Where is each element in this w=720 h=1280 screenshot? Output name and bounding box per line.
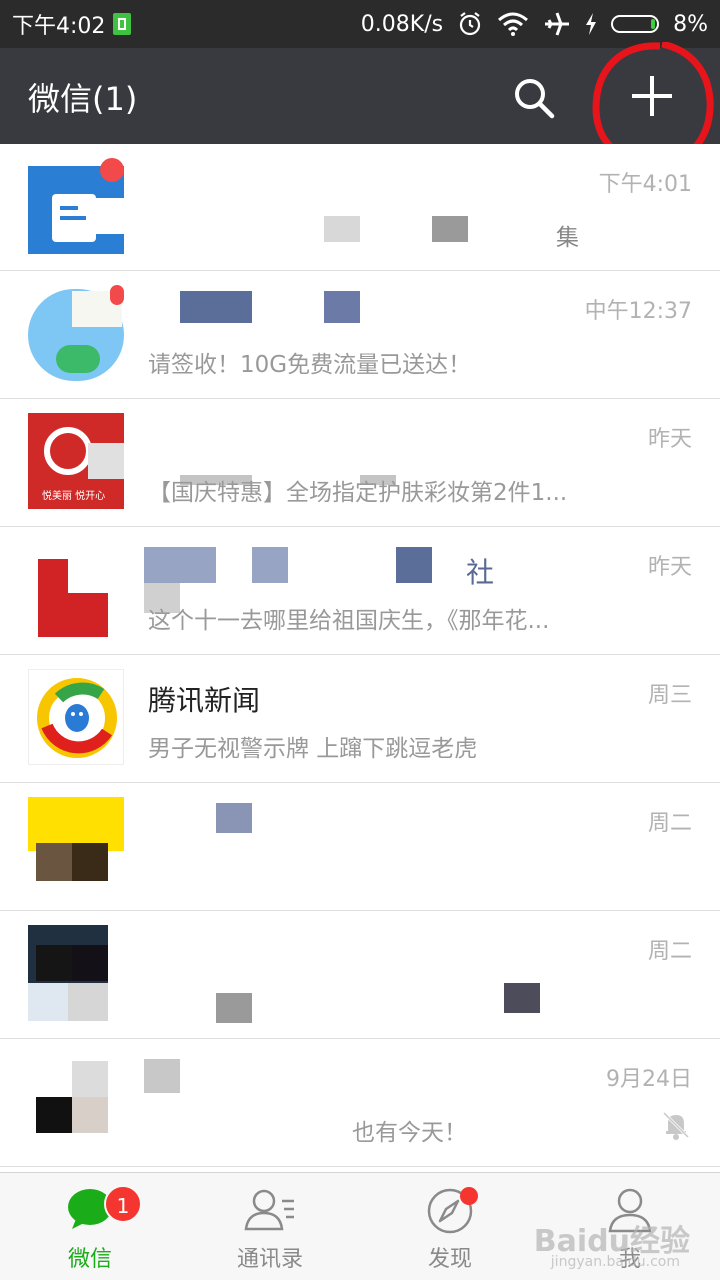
tab-contacts[interactable]: 通讯录 (180, 1173, 360, 1280)
avatar (28, 158, 124, 254)
search-icon[interactable] (512, 76, 556, 120)
airplane-icon (545, 12, 570, 36)
chat-preview: 请签收！10G免费流量已送达！ (148, 352, 472, 378)
avatar: 悦美丽 悦开心 (28, 413, 124, 509)
tab-label: 发现 (427, 1247, 472, 1272)
page-title: 微信(1) (28, 80, 138, 118)
sim-icon (113, 13, 132, 35)
chat-time: 昨天 (647, 555, 692, 580)
chat-preview: 男子无视警示牌 上蹿下跳逗老虎 (148, 736, 478, 762)
tab-label: 通讯录 (236, 1247, 303, 1272)
avatar (28, 1053, 124, 1149)
avatar (28, 925, 124, 1021)
chat-time: 中午12:37 (584, 299, 692, 324)
chat-time: 9月24日 (606, 1067, 692, 1092)
avatar (28, 285, 124, 381)
chat-row[interactable]: 集 下午4:01 (0, 144, 720, 271)
contacts-icon (244, 1189, 294, 1231)
chat-list: 集 下午4:01 请签收！10G免费流量已送达！ 中午12:37 悦美丽 悦开心… (0, 144, 720, 1174)
chat-preview: 也有今天！ (352, 1120, 467, 1146)
battery-percent: 8% (673, 11, 708, 37)
chat-name: 社 (466, 556, 495, 589)
tencent-news-icon (37, 678, 117, 758)
battery-icon (611, 15, 660, 33)
chat-row[interactable]: 社 这个十一去哪里给祖国庆生，《那年花... 昨天 (0, 527, 720, 655)
unread-badge: 1 (104, 1185, 142, 1223)
new-dot-badge (460, 1187, 478, 1205)
status-time: 下午4:02 (12, 14, 106, 39)
chat-row[interactable]: 也有今天！ 9月24日 (0, 1039, 720, 1167)
charging-icon (586, 13, 597, 35)
chat-row[interactable]: 腾讯新闻 男子无视警示牌 上蹿下跳逗老虎 周三 (0, 655, 720, 783)
chat-preview: 【国庆特惠】全场指定护肤彩妆第2件1... (148, 480, 568, 506)
avatar (28, 797, 124, 893)
chat-time: 下午4:01 (598, 172, 692, 197)
alarm-icon (459, 12, 481, 36)
wifi-icon (498, 12, 529, 36)
tab-label: 微信 (67, 1247, 112, 1272)
chat-name: 腾讯新闻 (148, 684, 261, 717)
mute-icon (662, 1111, 690, 1140)
chat-row[interactable]: 周二 (0, 783, 720, 911)
chat-row[interactable]: 请签收！10G免费流量已送达！ 中午12:37 (0, 271, 720, 399)
tab-chats[interactable]: 1 微信 (0, 1173, 180, 1280)
avatar-caption: 悦美丽 悦开心 (42, 491, 106, 502)
tab-discover[interactable]: 发现 (360, 1173, 540, 1280)
chat-time: 昨天 (647, 427, 692, 452)
chat-row[interactable]: 周二 (0, 911, 720, 1039)
chat-time: 周二 (647, 811, 692, 836)
network-speed: 0.08K/s (360, 11, 444, 37)
chat-preview: 这个十一去哪里给祖国庆生，《那年花... (148, 608, 550, 634)
chat-time: 周三 (647, 683, 692, 708)
chat-preview: 集 (556, 225, 579, 251)
status-bar: 下午4:02 0.08K/s 8% (0, 0, 720, 48)
avatar (28, 541, 124, 637)
avatar (28, 669, 124, 765)
chat-time: 周二 (647, 939, 692, 964)
add-icon[interactable] (630, 74, 674, 118)
header: 微信(1) (0, 48, 720, 144)
watermark-url: jingyan.baidu.com (550, 1254, 680, 1270)
chat-row[interactable]: 悦美丽 悦开心 【国庆特惠】全场指定护肤彩妆第2件1... 昨天 (0, 399, 720, 527)
